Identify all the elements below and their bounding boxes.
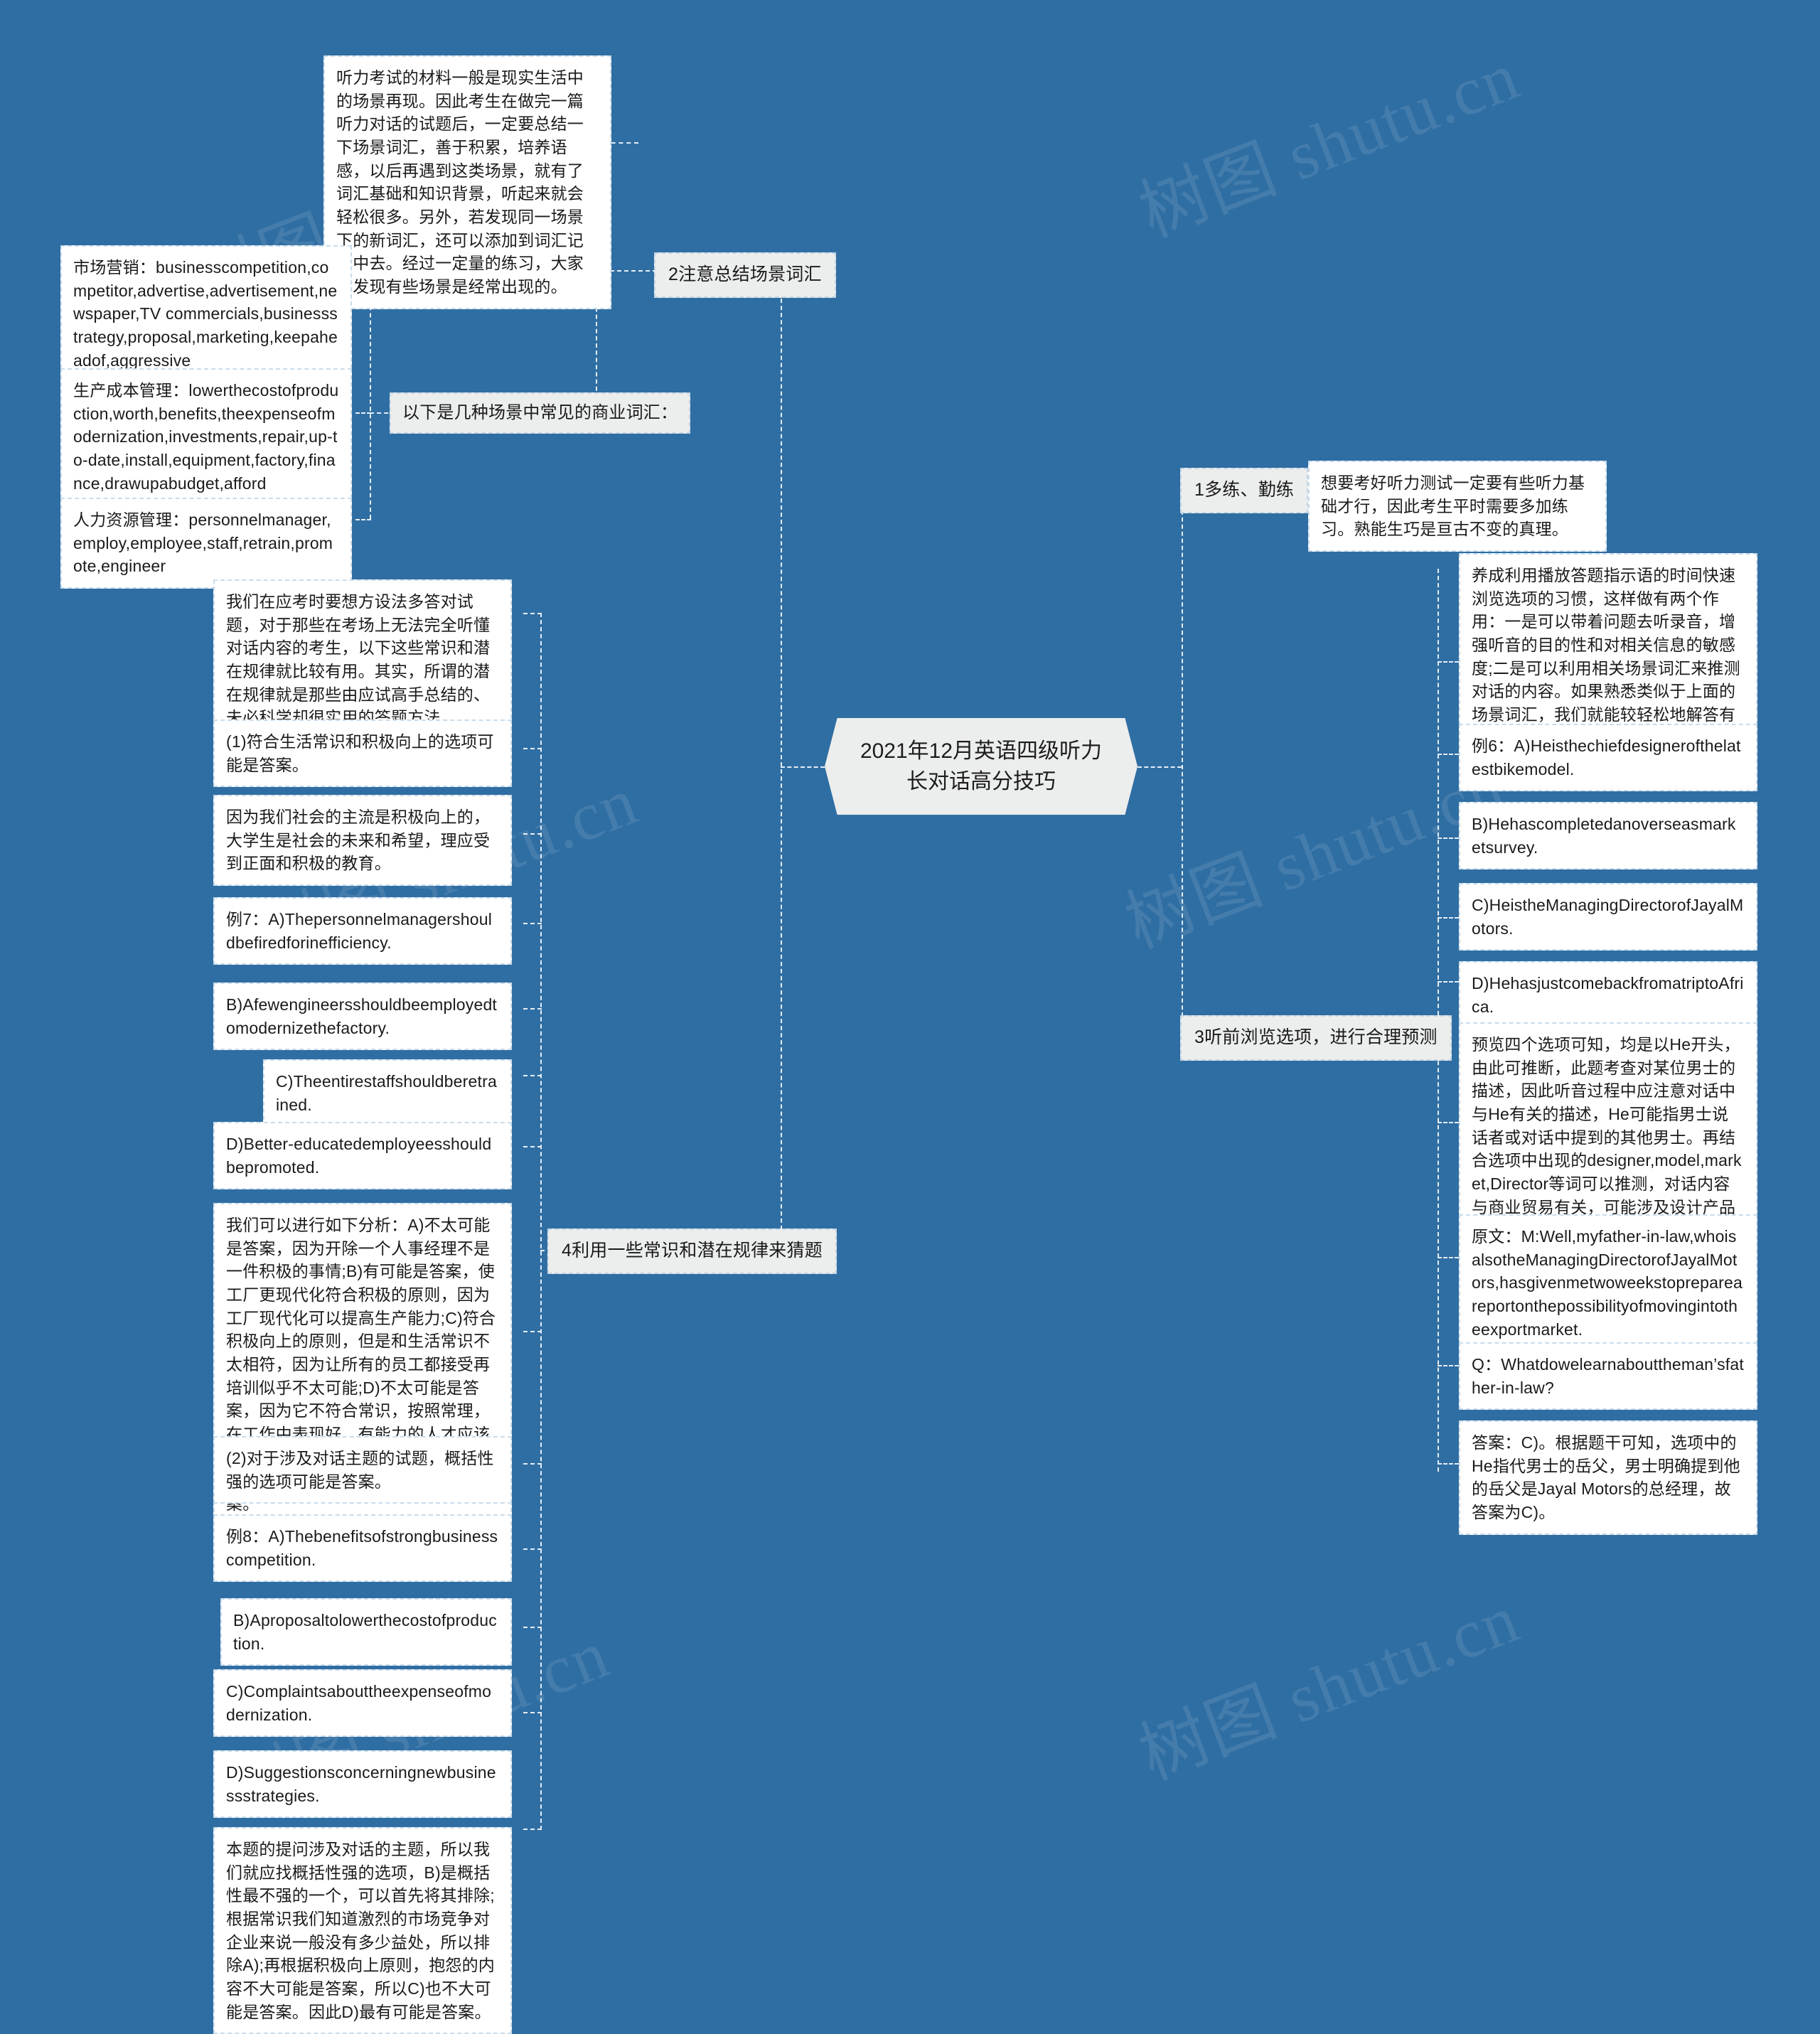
b2-intro-node[interactable]: 听力考试的材料一般是现实生活中的场景再现。因此考生在做完一篇听力对话的试题后，一… [323, 55, 611, 309]
b4-item[interactable]: D)Suggestionsconcerningnewbusinessstrate… [213, 1750, 512, 1819]
b3-label-node[interactable]: 3听前浏览选项，进行合理预测 [1180, 1015, 1452, 1061]
connector [355, 519, 371, 520]
b3-item[interactable]: 原文：M:Well,myfather-in-law,whoisalsotheMa… [1459, 1214, 1757, 1352]
connector [523, 1548, 542, 1550]
b4-label-node[interactable]: 4利用一些常识和潜在规律来猜题 [547, 1229, 837, 1274]
connector [540, 613, 542, 1830]
b3-item[interactable]: 答案：C)。根据题干可知，选项中的He指代男士的岳父，男士明确提到他的岳父是Ja… [1459, 1420, 1757, 1535]
connector [523, 1146, 542, 1147]
b3-item[interactable]: 例6：A)Heisthechiefdesignerofthelatestbike… [1459, 724, 1757, 792]
connector [1438, 981, 1459, 983]
connector [1438, 1463, 1459, 1465]
connector [523, 1829, 542, 1830]
connector [1182, 489, 1183, 1038]
root-node[interactable]: 2021年12月英语四级听力长对话高分技巧 [825, 718, 1138, 815]
b4-item[interactable]: C)Complaintsabouttheexpenseofmodernizati… [213, 1669, 512, 1738]
connector [1138, 766, 1182, 768]
connector [523, 613, 542, 614]
connector [523, 748, 542, 749]
b2-vocab-item[interactable]: 人力资源管理：personnelmanager,employ,employee,… [60, 498, 352, 589]
b4-item[interactable]: D)Better-educatedemployeesshouldbepromot… [213, 1122, 512, 1190]
connector [523, 1627, 542, 1628]
b4-item[interactable]: B)Aproposaltolowerthecostofproduction. [220, 1598, 512, 1666]
b4-item[interactable]: (2)对于涉及对话主题的试题，概括性强的选项可能是答案。 [213, 1436, 512, 1504]
root-title: 2021年12月英语四级听力长对话高分技巧 [860, 739, 1103, 794]
connector [1438, 661, 1459, 663]
connector [1438, 1257, 1459, 1258]
b4-item[interactable]: 我们在应考时要想方设法多答对试题，对于那些在考场上无法完全听懂对话内容的考生，以… [213, 579, 512, 740]
b4-item[interactable]: C)Theentirestaffshouldberetrained. [263, 1059, 512, 1128]
connector [1438, 917, 1459, 919]
b3-item[interactable]: C)HeistheManagingDirectorofJayalMotors. [1459, 883, 1757, 951]
b3-item[interactable]: Q：Whatdowelearnabouttheman’sfather-in-la… [1459, 1342, 1757, 1411]
watermark: 树图 shutu.cn [1129, 1580, 1529, 1794]
connector [523, 1008, 542, 1010]
mindmap-canvas: 树图 shutu.cn 树图 shutu.cn 树图 shutu.cn 树图 s… [0, 0, 1820, 2034]
b2-vocab-label-node[interactable]: 以下是几种场景中常见的商业词汇： [390, 392, 691, 434]
watermark: 树图 shutu.cn [1129, 37, 1529, 252]
connector [781, 766, 825, 768]
connector [523, 1331, 542, 1332]
connector [1438, 754, 1459, 755]
connector [1438, 837, 1459, 839]
b4-item[interactable]: B)Afewengineersshouldbeemployedtomoderni… [213, 983, 512, 1051]
connector [370, 284, 371, 519]
b2-label-node[interactable]: 2注意总结场景词汇 [654, 252, 836, 298]
b4-item[interactable]: 因为我们社会的主流是积极向上的，大学生是社会的未来和希望，理应受到正面和积极的教… [213, 795, 512, 886]
connector [355, 412, 371, 414]
b4-item[interactable]: 本题的提问涉及对话的主题，所以我们就应找概括性强的选项，B)是概括性最不强的一个… [213, 1827, 512, 2034]
connector [523, 923, 542, 924]
b1-label-node[interactable]: 1多练、勤练 [1180, 468, 1309, 513]
connector [1438, 1365, 1459, 1366]
b2-vocab-item[interactable]: 市场营销：businesscompetition,competitor,adve… [60, 245, 352, 383]
connector [781, 270, 782, 1251]
connector [523, 833, 542, 835]
b2-vocab-item[interactable]: 生产成本管理：lowerthecostofproduction,worth,be… [60, 368, 352, 506]
connector [1438, 1122, 1459, 1123]
b3-item[interactable]: B)Hehascompletedanoverseasmarketsurvey. [1459, 802, 1757, 870]
connector [523, 1463, 542, 1465]
b3-item[interactable]: D)HehasjustcomebackfromatriptoAfrica. [1459, 961, 1757, 1029]
connector [523, 1075, 542, 1076]
connector [523, 1712, 542, 1713]
b4-item[interactable]: 例8：A)Thebenefitsofstrongbusinesscompetit… [213, 1514, 512, 1583]
b4-item[interactable]: 例7：A)Thepersonnelmanagershouldbefiredfor… [213, 897, 512, 965]
b1-detail-node[interactable]: 想要考好听力测试一定要有些听力基础才行，因此考生平时需要多加练习。熟能生巧是亘古… [1308, 461, 1607, 552]
b4-item[interactable]: (1)符合生活常识和积极向上的选项可能是答案。 [213, 719, 512, 788]
